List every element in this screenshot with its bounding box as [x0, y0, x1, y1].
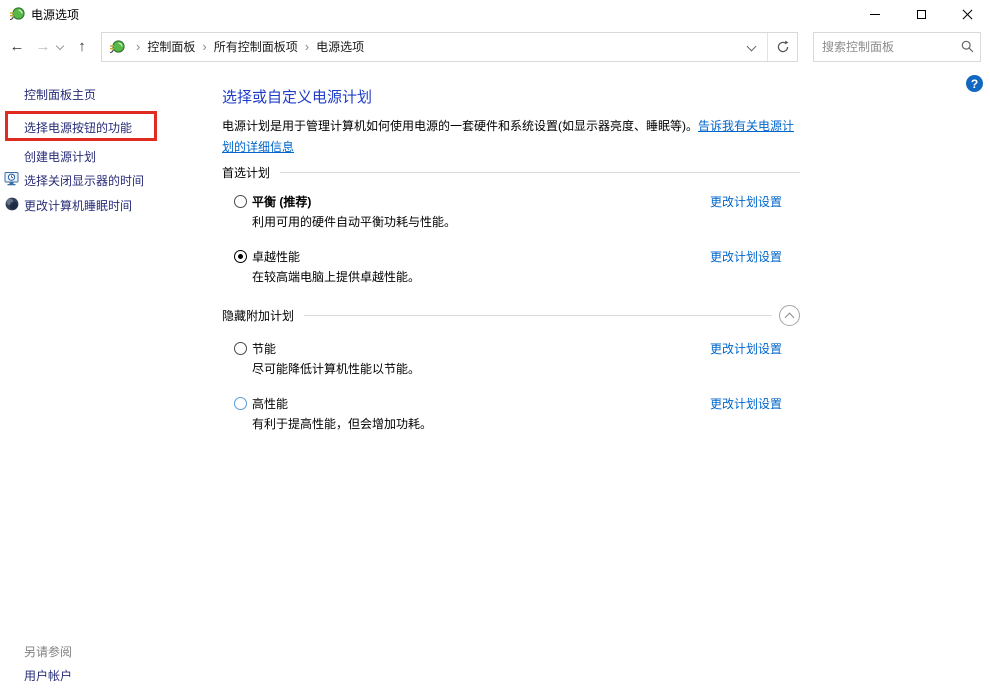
page-description: 电源计划是用于管理计算机如何使用电源的一套硬件和系统设置(如显示器亮度、睡眠等)…	[222, 116, 800, 158]
radio-high-performance[interactable]	[234, 397, 247, 410]
change-plan-settings-link-balanced[interactable]: 更改计划设置	[710, 193, 782, 210]
title-bar: 电源选项	[0, 0, 990, 28]
breadcrumb-power-options[interactable]: 电源选项	[316, 38, 364, 55]
breadcrumb-separator-icon: ›	[298, 39, 316, 54]
section-divider	[304, 315, 772, 316]
plan-name-high-performance[interactable]: 高性能	[252, 395, 288, 412]
search-box	[813, 32, 981, 62]
change-plan-settings-link-power-saver[interactable]: 更改计划设置	[710, 340, 782, 357]
radio-balanced[interactable]	[234, 195, 247, 208]
sidebar-item-change-sleep-time[interactable]: 更改计算机睡眠时间	[24, 198, 132, 214]
minimize-icon	[870, 14, 880, 15]
sidebar-item-control-panel-home[interactable]: 控制面板主页	[24, 87, 96, 103]
section-header-label: 首选计划	[222, 164, 270, 181]
collapse-section-button[interactable]	[779, 305, 800, 326]
back-button[interactable]: ←	[2, 39, 32, 54]
maximize-icon	[917, 10, 926, 19]
sleep-icon	[4, 196, 20, 212]
window-title: 电源选项	[31, 6, 79, 23]
address-dropdown-chevron-icon[interactable]	[737, 33, 767, 61]
plan-row-high-performance: 高性能 更改计划设置	[234, 393, 782, 413]
power-options-window: 电源选项 ← → ↑ › 控制面板 › 所有控制面板项 › 电源选项	[0, 0, 990, 699]
forward-button[interactable]: →	[32, 39, 54, 54]
sidebar-item-create-power-plan[interactable]: 创建电源计划	[24, 149, 96, 165]
breadcrumb-separator-icon: ›	[195, 39, 213, 54]
section-header-label: 隐藏附加计划	[222, 307, 294, 324]
close-icon	[961, 8, 974, 21]
page-title: 选择或自定义电源计划	[222, 86, 372, 107]
change-plan-settings-link-high-performance[interactable]: 更改计划设置	[710, 395, 782, 412]
plan-description-ultimate-performance: 在较高端电脑上提供卓越性能。	[252, 268, 420, 285]
address-bar[interactable]: › 控制面板 › 所有控制面板项 › 电源选项	[101, 32, 798, 62]
search-button[interactable]	[954, 40, 980, 53]
display-clock-icon	[4, 171, 20, 187]
minimize-button[interactable]	[852, 0, 898, 28]
radio-ultimate-performance[interactable]	[234, 250, 247, 263]
sidebar-item-choose-power-buttons[interactable]: 选择电源按钮的功能	[24, 120, 132, 136]
plan-name-balanced[interactable]: 平衡 (推荐)	[252, 193, 311, 210]
change-plan-settings-link-ultimate[interactable]: 更改计划设置	[710, 248, 782, 265]
maximize-button[interactable]	[898, 0, 944, 28]
search-icon	[961, 40, 974, 53]
up-button[interactable]: ↑	[68, 39, 96, 54]
help-button[interactable]: ?	[966, 75, 983, 92]
breadcrumb-control-panel[interactable]: 控制面板	[147, 38, 195, 55]
navigation-bar: ← → ↑ › 控制面板 › 所有控制面板项 › 电源选项	[0, 28, 990, 65]
section-divider	[280, 172, 800, 173]
power-plug-icon	[9, 6, 25, 22]
plan-name-ultimate-performance[interactable]: 卓越性能	[252, 248, 300, 265]
sidebar-item-choose-display-off-time[interactable]: 选择关闭显示器的时间	[24, 173, 144, 189]
plan-row-power-saver: 节能 更改计划设置	[234, 338, 782, 358]
power-plug-icon	[109, 39, 125, 55]
plan-row-ultimate-performance: 卓越性能 更改计划设置	[234, 246, 782, 266]
plan-description-high-performance: 有利于提高性能，但会增加功耗。	[252, 415, 432, 432]
recent-pages-chevron-icon[interactable]	[54, 40, 68, 54]
radio-power-saver[interactable]	[234, 342, 247, 355]
breadcrumb-separator-icon: ›	[129, 39, 147, 54]
close-button[interactable]	[944, 0, 990, 28]
refresh-button[interactable]	[767, 33, 797, 61]
content-area: 控制面板主页 选择电源按钮的功能 创建电源计划 选择关闭显示器的时间 更改计算机…	[0, 65, 990, 699]
plan-name-power-saver[interactable]: 节能	[252, 340, 276, 357]
plan-description-balanced: 利用可用的硬件自动平衡功耗与性能。	[252, 213, 456, 230]
section-hidden-plans: 隐藏附加计划	[222, 305, 800, 326]
section-preferred-plans: 首选计划	[222, 164, 800, 181]
plan-description-power-saver: 尽可能降低计算机性能以节能。	[252, 360, 420, 377]
search-input[interactable]	[814, 40, 954, 54]
see-also-user-accounts[interactable]: 用户帐户	[24, 667, 72, 684]
breadcrumb-all-items[interactable]: 所有控制面板项	[214, 38, 298, 55]
window-controls	[852, 0, 990, 28]
description-text: 电源计划是用于管理计算机如何使用电源的一套硬件和系统设置(如显示器亮度、睡眠等)…	[222, 119, 698, 133]
plan-row-balanced: 平衡 (推荐) 更改计划设置	[234, 191, 782, 211]
refresh-icon	[776, 40, 790, 54]
see-also-header: 另请参阅	[24, 643, 72, 660]
